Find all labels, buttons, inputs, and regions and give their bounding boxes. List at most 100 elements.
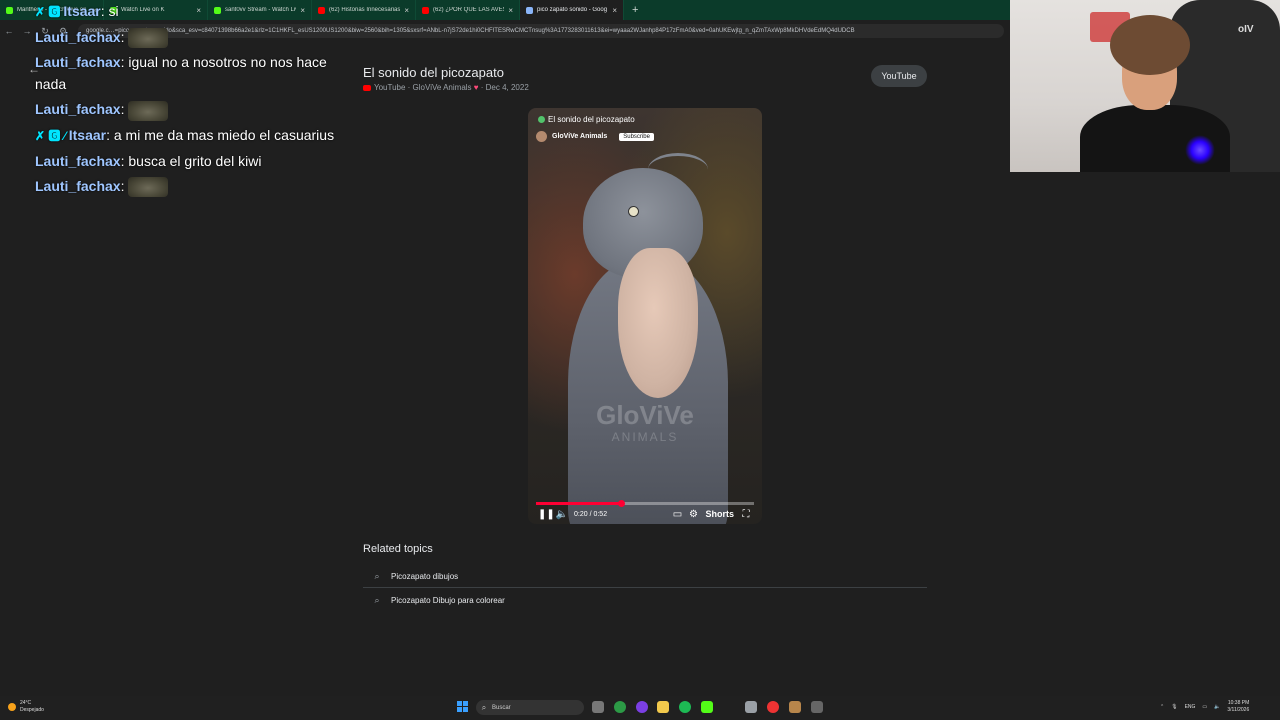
captions-icon[interactable]: ▭ bbox=[669, 509, 685, 520]
browser-tab[interactable]: (62) ¿POR QUE LAS AVES SON × bbox=[416, 0, 520, 20]
close-tab-icon[interactable]: × bbox=[404, 6, 409, 15]
video-progress-bar[interactable] bbox=[536, 500, 754, 507]
channel-dot-icon bbox=[538, 116, 545, 123]
back-icon[interactable]: ← bbox=[0, 26, 18, 36]
search-icon: ⌕ bbox=[481, 702, 487, 712]
subscribe-button[interactable]: Subscribe bbox=[619, 132, 654, 141]
tab-title: pico zapato sonido - Goog bbox=[537, 7, 608, 13]
chat-emote bbox=[128, 28, 169, 49]
video-time: 0:20 / 0:52 bbox=[574, 510, 608, 518]
fullscreen-icon[interactable]: ⛶ bbox=[738, 509, 754, 520]
chat-emote bbox=[128, 100, 169, 121]
chat-text: : si bbox=[100, 3, 119, 19]
volume-icon[interactable]: 🔈 bbox=[1214, 704, 1220, 710]
language-indicator[interactable]: ENG bbox=[1185, 704, 1196, 710]
related-topic-item[interactable]: ⌕ Picozapato dibujos bbox=[363, 565, 927, 588]
chat-text: : bbox=[120, 29, 125, 45]
chat-badge-icon: ✗ 🅶 ⁄ bbox=[35, 128, 66, 143]
chat-username[interactable]: Lauti_fachax bbox=[35, 29, 121, 45]
chat-text: : busca el grito del kiwi bbox=[120, 152, 262, 169]
heart-icon: ♥ bbox=[471, 83, 479, 92]
taskbar-search[interactable]: ⌕ Buscar bbox=[476, 700, 584, 715]
chat-username[interactable]: Itsaar bbox=[69, 127, 106, 143]
stream-chat-overlay: ✗ 🅶 Itsaar: si Lauti_fachax: Lauti_fachax:… bbox=[35, 0, 335, 200]
chat-badge-icon: ✗ 🅶 bbox=[35, 5, 61, 19]
result-channel: GloViVe Animals bbox=[412, 83, 472, 92]
network-icon[interactable]: ▭ bbox=[1202, 704, 1207, 710]
mic-icon[interactable]: 🎙 bbox=[1171, 704, 1177, 710]
streamer-hair bbox=[1110, 15, 1190, 75]
video-watermark-sub: ANIMALS bbox=[611, 430, 679, 444]
sun-icon bbox=[8, 703, 16, 711]
minecraft-icon[interactable] bbox=[789, 701, 801, 713]
shoebill-eye bbox=[628, 206, 639, 217]
open-youtube-button[interactable]: YouTube bbox=[871, 65, 927, 87]
chevron-up-icon[interactable]: ⌃ bbox=[1160, 704, 1164, 710]
taskbar: 24°C Despejado ⌕ Buscar ⌃ 🎙 ENG ▭ 🔈 10:3… bbox=[0, 696, 1280, 720]
video-title-text: El sonido del picozapato bbox=[548, 115, 635, 124]
obs-icon[interactable] bbox=[767, 701, 779, 713]
shoebill-bill bbox=[618, 248, 698, 398]
weather-temp: 24°C bbox=[20, 700, 32, 706]
chat-message: Lauti_fachax: busca el grito del kiwi bbox=[35, 150, 335, 172]
related-topic-item[interactable]: ⌕ Picozapato Dibujo para colorear bbox=[363, 589, 927, 611]
video-player[interactable]: GloViVe ANIMALS El sonido del picozapato… bbox=[528, 108, 762, 524]
video-channel-name[interactable]: GloViVe Animals bbox=[552, 133, 607, 140]
clock-time: 10:38 PM bbox=[1227, 700, 1250, 706]
chat-username[interactable]: Lauti_fachax bbox=[35, 178, 121, 194]
youtube-logo-icon bbox=[363, 84, 371, 91]
chat-message: Lauti_fachax: bbox=[35, 175, 335, 197]
shoebill-crest bbox=[648, 153, 708, 186]
discord-icon[interactable] bbox=[636, 701, 648, 713]
search-icon: ⌕ bbox=[374, 570, 380, 581]
browser-tab[interactable]: pico zapato sonido - Goog × bbox=[520, 0, 624, 20]
new-tab-button[interactable]: + bbox=[624, 4, 646, 16]
close-tab-icon[interactable]: × bbox=[612, 6, 617, 15]
taskbar-search-label: Buscar bbox=[492, 704, 511, 711]
tab-favicon-icon bbox=[6, 6, 13, 14]
close-tab-icon[interactable]: × bbox=[508, 6, 513, 15]
search-icon: ⌕ bbox=[374, 594, 380, 605]
tab-favicon-icon bbox=[422, 6, 429, 14]
chat-message: ✗ 🅶 Itsaar: si bbox=[35, 0, 335, 23]
video-title[interactable]: El sonido del picozapato bbox=[538, 115, 635, 124]
windows-start-icon[interactable] bbox=[457, 701, 469, 713]
channel-avatar[interactable] bbox=[536, 131, 547, 142]
related-topics-heading: Related topics bbox=[363, 543, 433, 555]
pause-icon[interactable]: ❚❚ bbox=[538, 509, 555, 520]
chat-text: : bbox=[120, 177, 125, 194]
app-icon[interactable] bbox=[811, 701, 823, 713]
shorts-logo[interactable]: Shorts bbox=[705, 509, 734, 519]
chat-username[interactable]: Itsaar bbox=[63, 3, 100, 19]
chat-message: Lauti_fachax: bbox=[35, 26, 335, 49]
video-progress-fill bbox=[536, 502, 622, 505]
chat-username[interactable]: Lauti_fachax bbox=[35, 101, 121, 117]
rgb-light bbox=[1185, 135, 1215, 165]
file-explorer-icon[interactable] bbox=[657, 701, 669, 713]
chrome-icon[interactable] bbox=[614, 701, 626, 713]
app-icon[interactable] bbox=[745, 701, 757, 713]
clock-date: 3/11/2026 bbox=[1227, 707, 1250, 713]
tab-title: (62) Historias Innecesarias De bbox=[329, 7, 401, 13]
result-title[interactable]: El sonido del picozapato bbox=[363, 65, 504, 80]
result-date: Dec 4, 2022 bbox=[485, 83, 529, 92]
tab-favicon-icon bbox=[526, 6, 533, 14]
spotify-icon[interactable] bbox=[679, 701, 691, 713]
clock[interactable]: 10:38 PM 3/11/2026 bbox=[1227, 700, 1249, 714]
system-tray: ⌃ 🎙 ENG ▭ 🔈 10:38 PM 3/11/2026 bbox=[1160, 700, 1249, 714]
settings-gear-icon[interactable]: ⚙ bbox=[685, 509, 701, 520]
kick-icon[interactable] bbox=[701, 701, 713, 713]
volume-icon[interactable]: 🔈 bbox=[554, 509, 570, 520]
video-controls: ❚❚ 🔈 0:20 / 0:52 ▭ ⚙ Shorts ⛶ bbox=[528, 506, 762, 522]
weather-widget[interactable]: 24°C Despejado bbox=[8, 700, 44, 714]
chat-username[interactable]: Lauti_fachax bbox=[35, 153, 121, 169]
chat-message: Lauti_fachax: igual no a nosotros no nos… bbox=[35, 51, 335, 95]
related-topic-label: Picozapato dibujos bbox=[391, 571, 459, 581]
video-channel: GloViVe Animals Subscribe bbox=[536, 131, 654, 142]
related-topic-label: Picozapato Dibujo para colorear bbox=[391, 595, 505, 605]
task-view-icon[interactable] bbox=[592, 701, 604, 713]
chat-text: : bbox=[120, 101, 125, 118]
weather-desc: Despejado bbox=[20, 707, 44, 713]
forward-icon[interactable]: → bbox=[18, 26, 36, 36]
chat-username[interactable]: Lauti_fachax bbox=[35, 54, 121, 70]
